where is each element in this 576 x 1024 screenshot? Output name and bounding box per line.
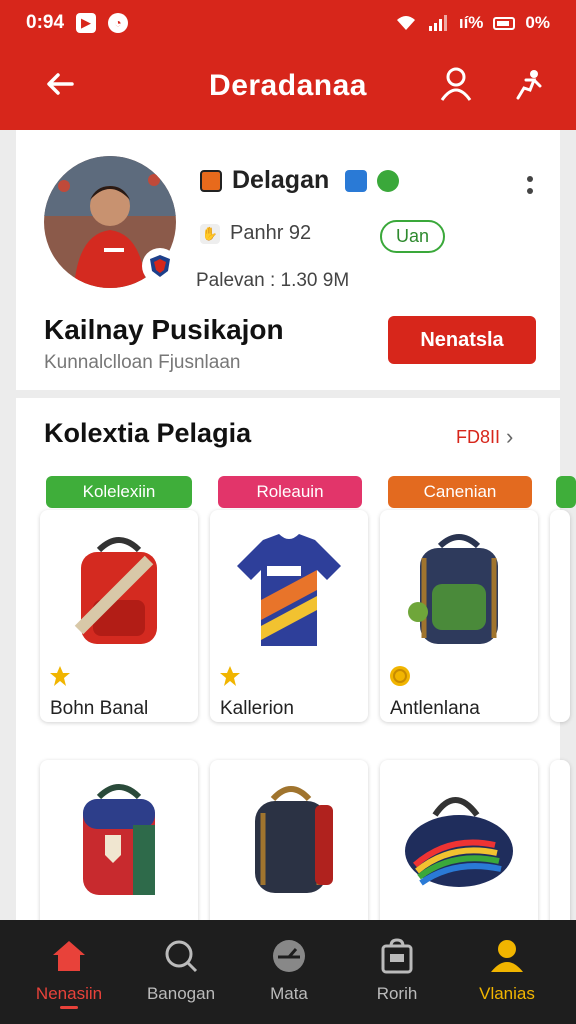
collection-section: Kolextia Pelagia FD8II › Kolelexiin Role…	[16, 398, 576, 920]
run-icon	[516, 70, 542, 100]
notification-icon: ▶	[76, 13, 97, 33]
nav-home-label: Nenasiin	[35, 984, 103, 1003]
profile-name: Delagan	[232, 166, 330, 194]
arrow-left-icon	[47, 73, 74, 95]
product-card[interactable]: Bohn Banal	[40, 510, 198, 722]
team-flag-icon	[377, 169, 400, 192]
product-card[interactable]	[210, 760, 368, 920]
back-button[interactable]	[40, 64, 80, 104]
product-card[interactable]: Antlenlana	[380, 510, 538, 722]
battery-text: 0%	[525, 13, 550, 32]
gauge-icon	[269, 936, 309, 976]
verified-icon	[345, 169, 368, 192]
active-indicator	[60, 1006, 78, 1009]
see-all-label: FD8II	[456, 426, 501, 447]
product-name: Kallerion	[220, 698, 294, 719]
profile-button[interactable]	[436, 64, 476, 104]
wifi-icon	[396, 16, 415, 30]
bag-icon	[377, 936, 417, 976]
battery-icon	[493, 16, 516, 30]
content-area: Delagan ✋ Panhr 92 Uan Palevan : 1.30 9M…	[0, 130, 576, 920]
jersey-image	[224, 520, 354, 660]
product-card[interactable]	[40, 760, 198, 920]
display-name: Kailnay Pusikajon	[44, 314, 284, 345]
nav-match[interactable]: Mata	[234, 936, 344, 1020]
chip-3[interactable]: Canenian	[388, 476, 532, 508]
product-card[interactable]	[380, 760, 538, 920]
nav-bag-label: Rorih	[376, 984, 418, 1003]
more-options-button[interactable]	[520, 168, 540, 202]
chevron-right-icon: ›	[506, 424, 514, 449]
app-notification-icon: ◔	[108, 13, 129, 33]
category-chips: Kolelexiin Roleauin Canenian	[46, 476, 576, 510]
product-card[interactable]	[550, 510, 570, 722]
bottom-navigation: Nenasiin Banogan Mata Rorih Vlanias	[0, 920, 576, 1024]
dark-backpack-image	[224, 770, 354, 910]
navy-backpack-image	[394, 520, 524, 660]
nav-profile[interactable]: Vlanias	[452, 936, 562, 1020]
product-card[interactable]	[550, 760, 570, 920]
user-icon	[440, 67, 472, 101]
coin-icon	[390, 666, 410, 686]
club-badge-icon	[142, 248, 178, 284]
chip-4[interactable]	[556, 476, 576, 508]
position-icon: ✋	[200, 223, 220, 244]
signal-text: ıí%	[458, 13, 484, 32]
status-bar: 0:94 ▶ ◔ ıí% 0%	[0, 0, 576, 46]
display-subtitle: Kunnalclloan Fjusnlaan	[44, 352, 241, 373]
nav-profile-label: Vlanias	[479, 984, 535, 1003]
product-card[interactable]: Kallerion	[210, 510, 368, 722]
blue-red-backpack-image	[54, 770, 184, 910]
product-name: Bohn Banal	[50, 698, 149, 719]
star-icon	[220, 666, 240, 686]
home-icon	[49, 936, 89, 976]
nav-search[interactable]: Banogan	[126, 936, 236, 1020]
primary-action-button[interactable]: Nenatsla	[388, 316, 536, 364]
user-icon	[487, 936, 527, 976]
signal-icon	[428, 15, 447, 31]
red-backpack-image	[54, 520, 184, 660]
chip-2[interactable]: Roleauin	[218, 476, 362, 508]
product-name: Antlenlana	[390, 698, 480, 719]
profile-meta: Palevan : 1.30 9M	[196, 270, 350, 291]
star-icon	[50, 666, 70, 686]
search-icon	[161, 936, 201, 976]
page-title: Deradanaa	[209, 69, 367, 102]
chip-1[interactable]: Kolelexiin	[46, 476, 192, 508]
activity-button[interactable]	[508, 64, 548, 104]
app-bar: 0:94 ▶ ◔ ıí% 0% Deradanaa	[0, 0, 576, 130]
profile-card: Delagan ✋ Panhr 92 Uan Palevan : 1.30 9M…	[16, 130, 560, 390]
nav-match-label: Mata	[270, 984, 308, 1003]
nav-bag[interactable]: Rorih	[342, 936, 452, 1020]
profile-position: Panhr 92	[230, 222, 312, 244]
orange-badge-icon	[200, 169, 222, 192]
status-badge: Uan	[380, 220, 446, 253]
toolbar: Deradanaa	[0, 50, 576, 122]
nav-search-label: Banogan	[146, 984, 216, 1003]
section-title: Kolextia Pelagia	[44, 418, 252, 448]
see-all-link[interactable]: FD8II ›	[456, 424, 513, 450]
rainbow-bag-image	[394, 770, 524, 910]
status-time: 0:94	[26, 12, 65, 33]
